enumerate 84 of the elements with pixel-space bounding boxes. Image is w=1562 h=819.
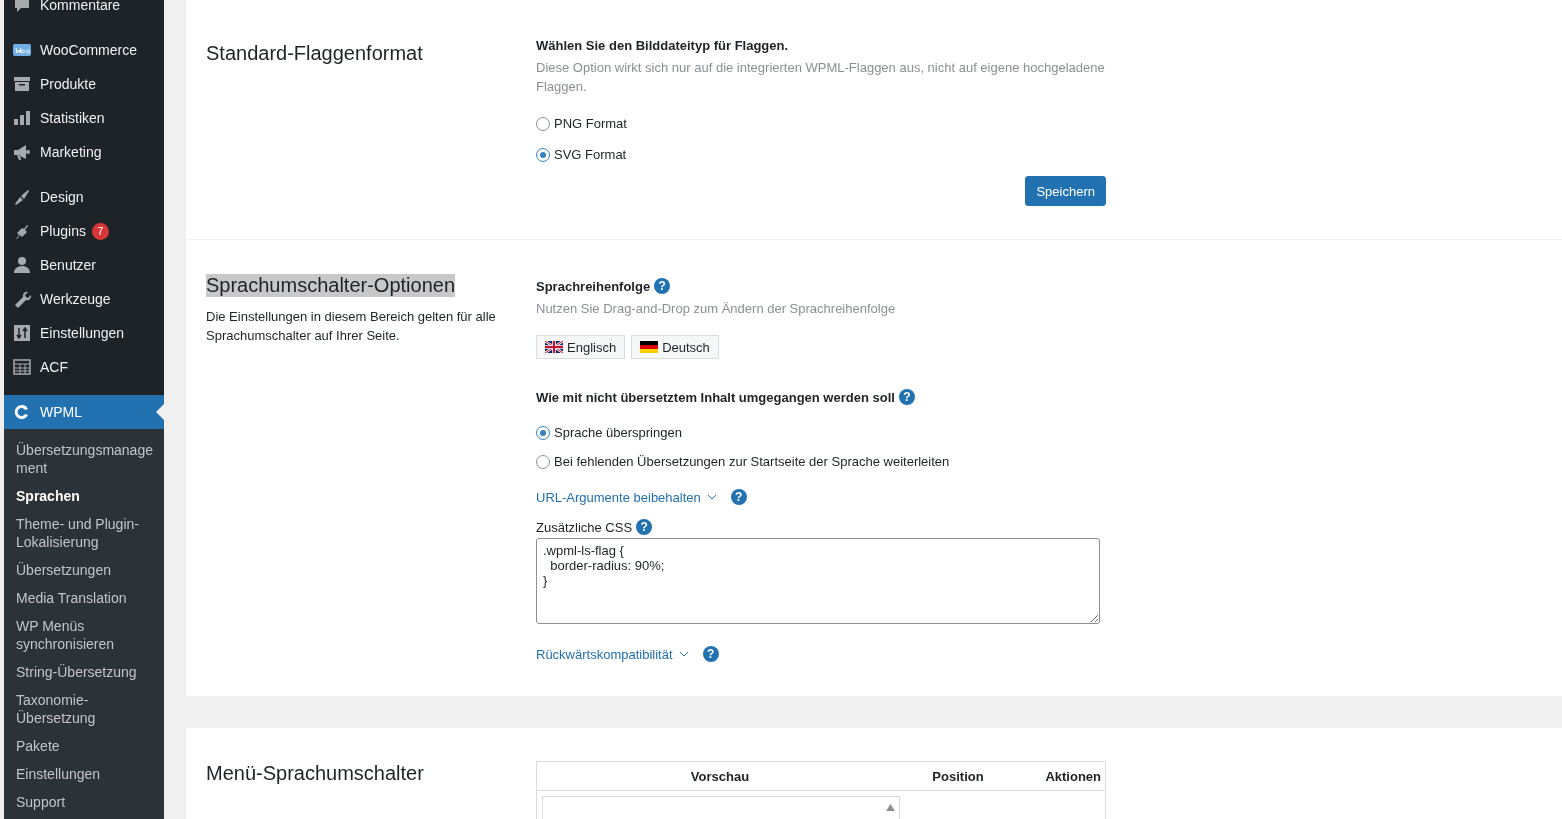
submenu-item[interactable]: String-Übersetzung: [4, 658, 164, 686]
menu-item[interactable]: Plugins 7: [4, 214, 164, 248]
section-title: Sprachumschalter-Optionen: [206, 274, 455, 297]
css-textarea[interactable]: .wpml-ls-flag { border-radius: 90%; }: [536, 538, 1100, 624]
submenu-item[interactable]: Einstellungen: [4, 760, 164, 788]
menu-label: Marketing: [40, 144, 102, 160]
field-heading: Sprachreihenfolge: [536, 278, 651, 294]
field-label: Zusätzliche CSS: [536, 519, 633, 535]
menu-label: ACF: [40, 359, 68, 375]
help-icon[interactable]: ?: [730, 489, 747, 505]
field-heading: Wählen Sie den Bilddateityp für Flaggen.: [536, 38, 790, 53]
menu-item[interactable]: Marketing: [4, 135, 164, 169]
radio-option[interactable]: Bei fehlenden Übersetzungen zur Startseite der Sprache weiterleiten: [536, 454, 1106, 469]
section-title: Menü-Sprachumschalter: [206, 762, 424, 785]
menu-label: Statistiken: [40, 110, 105, 126]
field-description: Diese Option wirkt sich nur auf die integrierten WPML-Flaggen aus, nicht auf eigene hochgeladene Flaggen.: [536, 59, 1106, 96]
submenu-item[interactable]: Sprachen: [4, 482, 164, 510]
submenu-item[interactable]: WP Menüs synchronisieren: [4, 612, 164, 658]
union-jack-flag-icon: [545, 341, 563, 353]
radio-option[interactable]: SVG Format: [536, 147, 1106, 162]
menu-item[interactable]: Design: [4, 180, 164, 214]
menu-item[interactable]: WPML: [4, 395, 164, 429]
language-label: Englisch: [567, 339, 617, 355]
chevron-down-icon: [678, 651, 689, 657]
submenu-item[interactable]: Taxonomie-Übersetzung: [4, 686, 164, 732]
save-button[interactable]: Speichern: [1025, 176, 1106, 206]
expand-link[interactable]: URL-Argumente beibehalten: [536, 489, 701, 505]
column-header: Position: [931, 768, 985, 784]
radio-label: PNG Format: [554, 116, 627, 131]
submenu-item[interactable]: Übersetzungen: [4, 556, 164, 584]
radio-label: Sprache überspringen: [554, 425, 682, 440]
triangle-up-icon: [886, 804, 895, 811]
language-chip[interactable]: Englisch: [536, 335, 626, 359]
language-chip[interactable]: Deutsch: [631, 335, 719, 359]
submenu-item[interactable]: Pakete: [4, 732, 164, 760]
submenu-item[interactable]: Support: [4, 788, 164, 816]
section-title: Standard-Flaggenformat: [206, 42, 423, 65]
brush-icon: [12, 187, 32, 207]
menu-label: WPML: [40, 404, 82, 420]
submenu-item[interactable]: Media Translation: [4, 584, 164, 612]
help-icon[interactable]: ?: [654, 278, 671, 294]
table-icon: [12, 357, 32, 377]
menu-item[interactable]: WooCommerce: [4, 33, 164, 67]
submenu-item[interactable]: Übersetzungsmanagement: [4, 436, 164, 482]
field-description: Nutzen Sie Drag-and-Drop zum Ändern der Sprachreihenfolge: [536, 300, 897, 318]
radio-option[interactable]: Sprache überspringen: [536, 425, 1106, 440]
menu-label: Benutzer: [40, 257, 97, 273]
menu-label: Einstellungen: [40, 325, 125, 341]
menu-item[interactable]: ACF: [4, 350, 164, 384]
radio-label: Bei fehlenden Übersetzungen zur Startseite der Sprache weiterleiten: [554, 454, 950, 469]
megaphone-icon: [12, 142, 32, 162]
column-header: Vorschau: [689, 768, 751, 784]
menu-label: Design: [40, 189, 84, 205]
help-icon[interactable]: ?: [898, 389, 915, 405]
menu-label: Plugins: [40, 223, 86, 239]
menu-item[interactable]: Statistiken: [4, 101, 164, 135]
section-description: Die Einstellungen in diesem Bereich gelten für alle Sprachumschalter auf Ihrer Seite.: [206, 308, 497, 345]
box-icon: [12, 74, 32, 94]
menu-item[interactable]: Produkte: [4, 67, 164, 101]
column-header: Aktionen: [1044, 768, 1102, 784]
menu-label: Werkzeuge: [40, 291, 111, 307]
user-icon: [12, 255, 32, 275]
german-flag-icon: [640, 341, 659, 353]
bars-icon: [12, 108, 32, 128]
field-heading: Wie mit nicht übersetztem Inhalt umgegangen werden soll: [536, 389, 895, 405]
language-label: Deutsch: [662, 339, 710, 355]
menu-item[interactable]: Benutzer: [4, 248, 164, 282]
menu-label: WooCommerce: [40, 42, 137, 58]
radio-option[interactable]: PNG Format: [536, 116, 1106, 131]
menu-label: Kommentare: [40, 0, 121, 13]
menu-item[interactable]: Werkzeuge: [4, 282, 164, 316]
help-icon[interactable]: ?: [702, 646, 719, 662]
current-pointer-icon: [156, 404, 164, 420]
chevron-down-icon: [706, 494, 717, 500]
expand-link[interactable]: Rückwärtskompatibilität: [536, 646, 673, 662]
sliders-icon: [12, 323, 32, 343]
menu-item[interactable]: Kommentare: [4, 0, 164, 22]
update-count-badge: 7: [91, 222, 109, 240]
submenu-item[interactable]: Theme- und Plugin-Lokalisierung: [4, 510, 164, 556]
help-icon[interactable]: ?: [636, 519, 653, 535]
comment-icon: [12, 0, 32, 15]
menu-item[interactable]: Einstellungen: [4, 316, 164, 350]
menu-label: Produkte: [40, 76, 97, 92]
radio-label: SVG Format: [554, 147, 627, 162]
